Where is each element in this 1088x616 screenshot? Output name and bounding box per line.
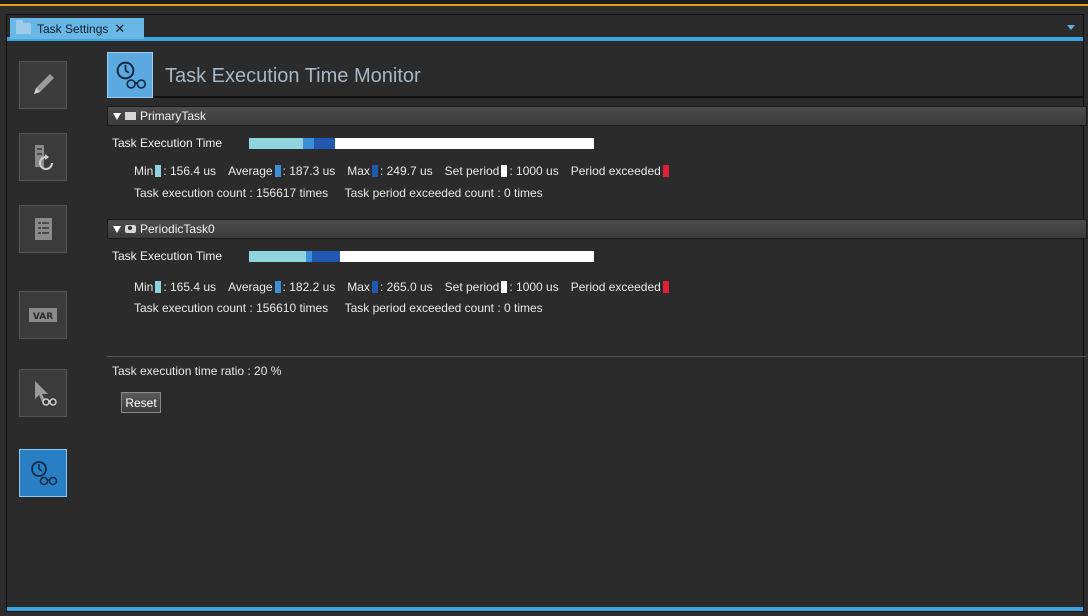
bar-max-segment <box>313 138 336 149</box>
pencil-icon <box>34 74 54 94</box>
average-label: Average <box>228 164 273 178</box>
task-settings-window: Task Settings ✕ VAR Task Execution Time … <box>6 14 1087 612</box>
tab-title: Task Settings <box>37 21 109 36</box>
bottom-bar <box>7 607 1083 611</box>
period-exceeded-swatch <box>662 165 669 177</box>
max-label: Max <box>347 280 370 294</box>
bar-min-segment <box>249 138 303 149</box>
stats-line: Min : 165.4 us Average : 182.2 us Max : … <box>134 280 671 294</box>
sidebar-item-task-execution-monitor[interactable] <box>19 449 67 497</box>
max-swatch <box>371 165 378 177</box>
bar-max-segment <box>311 251 341 262</box>
var-icon: VAR <box>29 308 57 322</box>
task-name: PrimaryTask <box>140 109 207 123</box>
cursor-glasses-icon <box>35 381 57 406</box>
min-swatch <box>155 281 162 293</box>
min-label: Min <box>134 280 154 294</box>
tab-task-settings[interactable]: Task Settings ✕ <box>10 18 144 39</box>
exec-time-bar <box>249 138 594 149</box>
period-exceeded-label: Period exceeded <box>570 164 661 178</box>
max-label: Max <box>347 164 370 178</box>
set-period-value: : 1000 us <box>509 280 559 294</box>
page-title: Task Execution Time Monitor <box>165 65 421 87</box>
stopwatch-glasses-icon <box>107 52 153 98</box>
var-icon-label: VAR <box>33 312 53 322</box>
exec-time-label: Task Execution Time <box>112 136 223 150</box>
reset-button[interactable]: Reset <box>121 392 161 413</box>
average-value: : 182.2 us <box>282 280 336 294</box>
average-swatch <box>274 165 281 177</box>
exec-time-label: Task Execution Time <box>112 249 223 263</box>
section-primary-task[interactable]: PrimaryTask <box>107 106 1087 126</box>
collapse-triangle-icon[interactable] <box>113 112 121 120</box>
period-exceeded-label: Period exceeded <box>570 280 661 294</box>
sidebar: VAR <box>7 45 95 607</box>
max-value: : 265.0 us <box>379 280 433 294</box>
top-strip <box>0 0 1088 6</box>
periodic-task-icon <box>125 225 136 233</box>
folder-icon <box>125 112 136 120</box>
tab-bar: Task Settings ✕ <box>7 15 1083 41</box>
io-refresh-icon <box>35 145 53 170</box>
bar-average-segment <box>302 138 314 149</box>
count-line: Task execution count : 156610 times Task… <box>134 301 543 315</box>
average-swatch <box>274 281 281 293</box>
stopwatch-glasses-icon <box>31 461 58 486</box>
set-period-label: Set period <box>444 280 500 294</box>
sidebar-item-var[interactable]: VAR <box>19 291 67 339</box>
divider <box>107 356 1087 357</box>
sidebar-item-edit[interactable] <box>19 61 67 109</box>
min-value: : 165.4 us <box>163 280 217 294</box>
min-swatch <box>155 165 162 177</box>
count-line: Task execution count : 156617 times Task… <box>134 186 543 200</box>
collapse-triangle-icon[interactable] <box>113 225 121 233</box>
monitor-header: Task Execution Time Monitor <box>107 52 1083 98</box>
set-period-label: Set period <box>444 164 500 178</box>
sidebar-item-monitor[interactable] <box>19 369 67 417</box>
folder-icon <box>16 20 31 34</box>
max-value: : 249.7 us <box>379 164 433 178</box>
set-period-swatch <box>501 165 508 177</box>
sidebar-item-list[interactable] <box>19 205 67 253</box>
stats-line: Min : 156.4 us Average : 187.3 us Max : … <box>134 164 671 178</box>
section-periodic-task0[interactable]: PeriodicTask0 <box>107 219 1087 239</box>
task-name: PeriodicTask0 <box>140 222 215 236</box>
main-content: Task Execution Time Monitor PrimaryTask … <box>103 45 1087 607</box>
close-icon[interactable]: ✕ <box>114 21 125 37</box>
execution-time-ratio: Task execution time ratio : 20 % <box>112 364 282 378</box>
sidebar-item-io[interactable] <box>19 133 67 181</box>
average-value: : 187.3 us <box>282 164 336 178</box>
period-exceeded-swatch <box>662 281 669 293</box>
list-icon <box>35 218 52 240</box>
set-period-swatch <box>501 281 508 293</box>
min-label: Min <box>134 164 154 178</box>
chevron-down-icon[interactable] <box>1067 25 1075 30</box>
bar-min-segment <box>249 251 307 262</box>
set-period-value: : 1000 us <box>509 164 559 178</box>
max-swatch <box>371 281 378 293</box>
average-label: Average <box>228 280 273 294</box>
exec-time-bar <box>249 251 594 262</box>
min-value: : 156.4 us <box>163 164 217 178</box>
